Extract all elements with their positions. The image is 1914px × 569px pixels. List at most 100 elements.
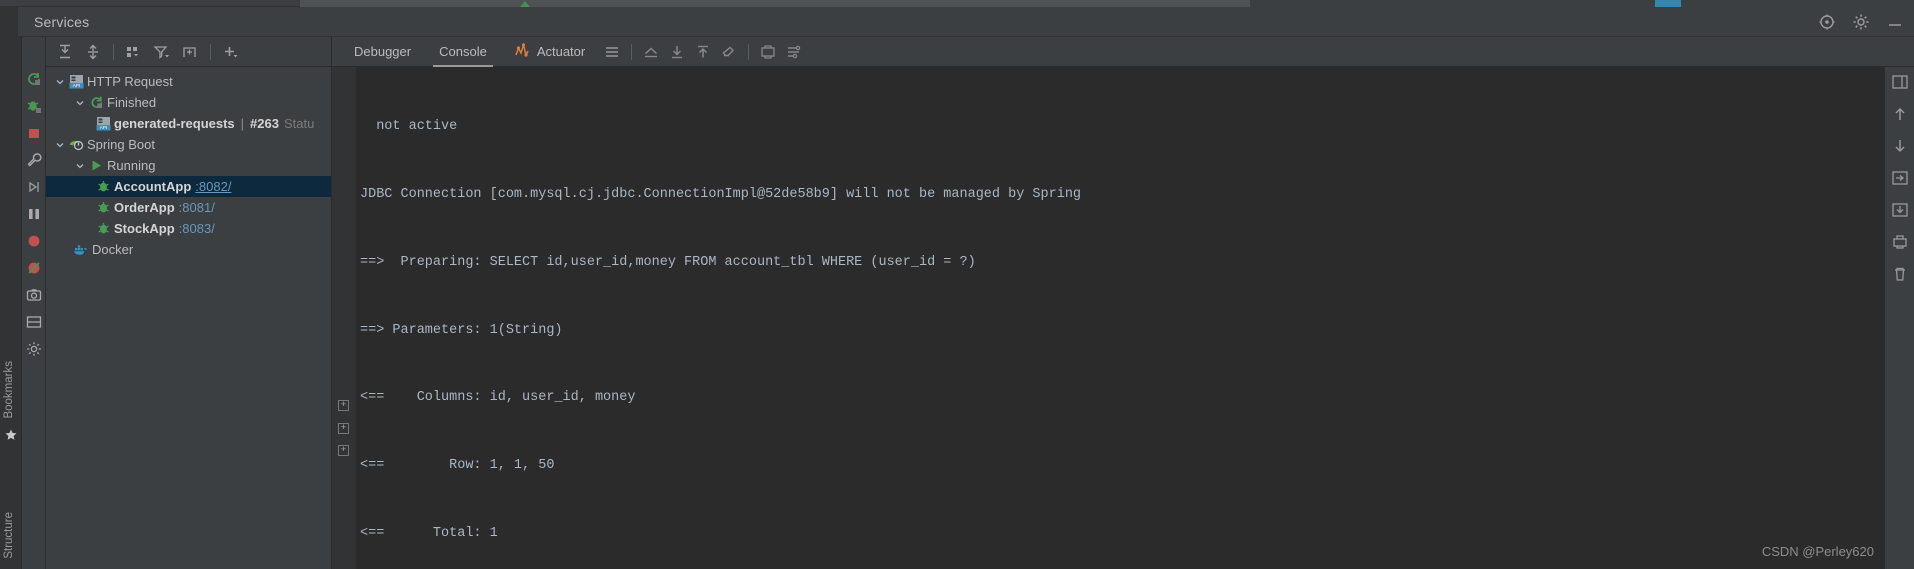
minimize-icon[interactable] <box>1886 13 1904 31</box>
page-title: Services <box>34 13 90 30</box>
layout-icon[interactable] <box>1891 73 1909 91</box>
breakpoint-icon[interactable] <box>26 233 42 249</box>
tree-item-label: StockApp <box>114 221 175 236</box>
collapse-all-icon[interactable] <box>80 40 106 64</box>
pause-icon[interactable] <box>26 206 42 222</box>
tab-debugger[interactable]: Debugger <box>340 37 425 67</box>
tree-item-spring-boot[interactable]: Spring Boot <box>46 134 331 155</box>
menu-icon[interactable] <box>599 40 625 64</box>
step-over-icon[interactable] <box>26 179 42 195</box>
toolbar-divider <box>631 43 633 60</box>
fold-marker-icon[interactable]: + <box>338 445 349 456</box>
console-toolbar: Debugger Console Actuator <box>332 37 1914 67</box>
tree-item-running[interactable]: Running <box>46 155 331 176</box>
clear-icon[interactable] <box>716 40 742 64</box>
services-body: Bookmarks Structure API HTTP Request Fin… <box>0 37 1914 569</box>
chevron-down-icon[interactable] <box>72 161 87 171</box>
chevron-down-icon[interactable] <box>52 140 67 150</box>
tree-item-label: Spring Boot <box>87 137 155 152</box>
gear-icon[interactable] <box>1852 13 1870 31</box>
target-icon[interactable] <box>1818 13 1836 31</box>
filter-icon[interactable] <box>149 40 175 64</box>
add-icon[interactable] <box>218 40 244 64</box>
bug-green-icon <box>94 200 112 215</box>
debug-icon[interactable] <box>26 98 42 114</box>
mute-breakpoints-icon[interactable] <box>26 260 42 276</box>
rerun-icon[interactable] <box>26 71 42 87</box>
fold-marker-icon[interactable]: + <box>338 423 349 434</box>
editor-tab-strip <box>300 0 1250 7</box>
up-arrow-icon[interactable] <box>1891 105 1909 123</box>
play-green-icon <box>87 158 105 173</box>
print-icon[interactable] <box>1891 233 1909 251</box>
tab-console[interactable]: Console <box>425 37 501 67</box>
services-tool-window: Services Bookmarks Structure API HTTP Re… <box>0 0 1914 569</box>
wrench-icon[interactable] <box>26 152 42 168</box>
group-by-icon[interactable] <box>121 40 147 64</box>
services-tree[interactable]: API HTTP Request Finished API generated-… <box>46 67 331 569</box>
console-output[interactable]: not active JDBC Connection [com.mysql.cj… <box>356 67 1884 569</box>
tree-item-finished[interactable]: Finished <box>46 92 331 113</box>
api-icon: API <box>94 116 112 131</box>
trash-icon[interactable] <box>1891 265 1909 283</box>
tree-item-port-link[interactable]: :8083/ <box>179 221 215 236</box>
docker-icon <box>72 242 90 257</box>
tree-item-generated-requests[interactable]: API generated-requests | #263 Statu <box>46 113 331 134</box>
tree-item-separator: | <box>240 116 245 131</box>
wrap-icon[interactable] <box>1891 169 1909 187</box>
camera-icon[interactable] <box>26 287 42 303</box>
chevron-down-icon[interactable] <box>72 98 87 108</box>
rerun-green-icon <box>87 95 105 110</box>
settings-icon[interactable] <box>781 40 807 64</box>
services-tree-pane: API HTTP Request Finished API generated-… <box>46 37 332 569</box>
tree-item-stockapp[interactable]: StockApp :8083/ <box>46 218 331 239</box>
bookmark-star-icon[interactable] <box>4 428 18 447</box>
tree-item-label: AccountApp <box>114 179 192 194</box>
console-line: <== Total: 1 <box>360 525 498 541</box>
settings-icon[interactable] <box>26 341 42 357</box>
console-line: <== Columns: id, user_id, money <box>360 390 636 406</box>
fold-marker-icon[interactable]: + <box>338 400 349 411</box>
tree-item-port-link[interactable]: :8081/ <box>179 200 215 215</box>
tree-item-status: Statu <box>283 116 315 131</box>
services-tree-toolbar <box>46 37 331 67</box>
toolbar-divider-2 <box>210 43 211 60</box>
services-titlebar: Services <box>0 7 1914 37</box>
layout-icon[interactable] <box>26 314 42 330</box>
tab-debugger-label: Debugger <box>354 44 412 59</box>
watermark: CSDN @Perley620 <box>1761 544 1874 560</box>
tree-item-orderapp[interactable]: OrderApp :8081/ <box>46 197 331 218</box>
tree-item-docker[interactable]: Docker <box>46 239 331 260</box>
bug-green-icon <box>94 221 112 236</box>
api-icon: API <box>67 74 85 89</box>
print-icon[interactable] <box>755 40 781 64</box>
tree-item-accountapp[interactable]: AccountApp :8082/ <box>46 176 331 197</box>
tab-actuator[interactable]: Actuator <box>501 37 599 67</box>
left-rail: Bookmarks Structure <box>0 37 22 569</box>
console-main: + + + not active JDBC Connection [com.my… <box>332 67 1914 569</box>
tree-item-http-request[interactable]: API HTTP Request <box>46 71 331 92</box>
console-line: ==> Preparing: SELECT id,user_id,money F… <box>360 254 976 270</box>
scroll-up-icon[interactable] <box>690 40 716 64</box>
svg-text:API: API <box>99 125 106 130</box>
console-line: <== Row: 1, 1, 50 <box>360 458 555 474</box>
rail-item-bookmarks[interactable]: Bookmarks <box>3 361 15 419</box>
stop-icon[interactable] <box>26 125 42 141</box>
expand-all-icon[interactable] <box>52 40 78 64</box>
rail-item-structure[interactable]: Structure <box>3 512 15 559</box>
spring-boot-icon <box>67 137 85 152</box>
scroll-end-icon[interactable] <box>1891 201 1909 219</box>
toolbar-divider <box>113 43 114 60</box>
chevron-down-icon[interactable] <box>52 77 67 87</box>
console-line: ==> Parameters: 1(String) <box>360 322 563 338</box>
console-line: JDBC Connection [com.mysql.cj.jdbc.Conne… <box>360 186 1082 202</box>
add-tab-icon[interactable] <box>177 40 203 64</box>
progress-indicator <box>1655 0 1681 7</box>
down-arrow-icon[interactable] <box>1891 137 1909 155</box>
tree-item-run-number: #263 <box>250 116 279 131</box>
soft-wrap-icon[interactable] <box>638 40 664 64</box>
tree-item-port-link[interactable]: :8082/ <box>195 179 231 194</box>
console-line: not active <box>360 119 458 135</box>
scroll-down-icon[interactable] <box>664 40 690 64</box>
console-gutter: + + + <box>332 67 356 569</box>
